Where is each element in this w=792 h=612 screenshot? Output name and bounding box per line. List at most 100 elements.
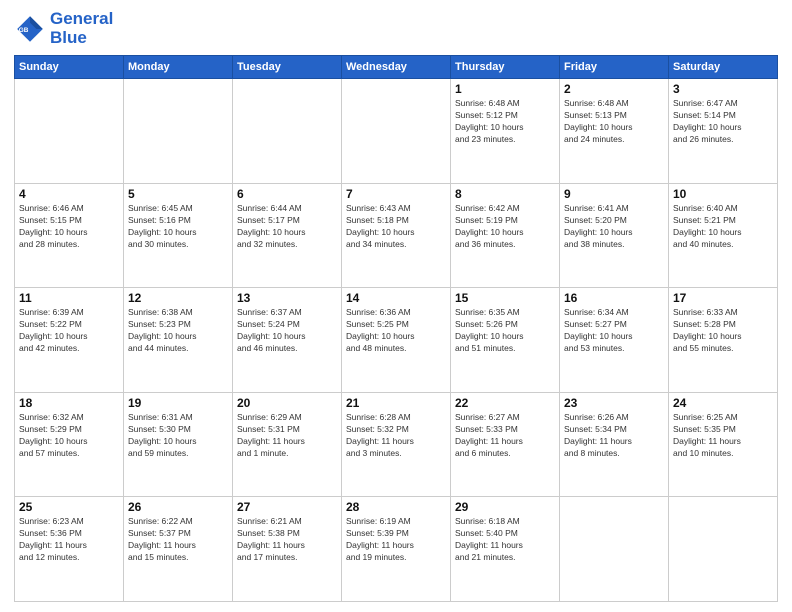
day-of-week-header: Thursday <box>451 56 560 79</box>
calendar-cell: 23 Sunrise: 6:26 AM Sunset: 5:34 PM Dayli… <box>560 392 669 497</box>
day-number: 11 <box>19 291 119 305</box>
day-info: Sunrise: 6:35 AM Sunset: 5:26 PM Dayligh… <box>455 307 555 355</box>
day-number: 23 <box>564 396 664 410</box>
day-number: 20 <box>237 396 337 410</box>
calendar-cell: 5 Sunrise: 6:45 AM Sunset: 5:16 PM Daylig… <box>124 183 233 288</box>
day-info: Sunrise: 6:48 AM Sunset: 5:12 PM Dayligh… <box>455 98 555 146</box>
day-info: Sunrise: 6:45 AM Sunset: 5:16 PM Dayligh… <box>128 203 228 251</box>
calendar-cell: 14 Sunrise: 6:36 AM Sunset: 5:25 PM Dayli… <box>342 288 451 393</box>
day-info: Sunrise: 6:28 AM Sunset: 5:32 PM Dayligh… <box>346 412 446 460</box>
logo-icon: GB <box>14 13 46 45</box>
day-info: Sunrise: 6:38 AM Sunset: 5:23 PM Dayligh… <box>128 307 228 355</box>
calendar-cell: 7 Sunrise: 6:43 AM Sunset: 5:18 PM Daylig… <box>342 183 451 288</box>
day-number: 26 <box>128 500 228 514</box>
day-number: 8 <box>455 187 555 201</box>
calendar-cell <box>669 497 778 602</box>
calendar-cell: 8 Sunrise: 6:42 AM Sunset: 5:19 PM Daylig… <box>451 183 560 288</box>
calendar-cell: 18 Sunrise: 6:32 AM Sunset: 5:29 PM Dayli… <box>15 392 124 497</box>
calendar-cell: 19 Sunrise: 6:31 AM Sunset: 5:30 PM Dayli… <box>124 392 233 497</box>
day-info: Sunrise: 6:37 AM Sunset: 5:24 PM Dayligh… <box>237 307 337 355</box>
day-info: Sunrise: 6:44 AM Sunset: 5:17 PM Dayligh… <box>237 203 337 251</box>
calendar-cell: 25 Sunrise: 6:23 AM Sunset: 5:36 PM Dayli… <box>15 497 124 602</box>
calendar-cell: 3Sunrise: 6:47 AM Sunset: 5:14 PM Daylig… <box>669 79 778 184</box>
day-number: 1 <box>455 82 555 96</box>
calendar-cell: 27 Sunrise: 6:21 AM Sunset: 5:38 PM Dayli… <box>233 497 342 602</box>
day-info: Sunrise: 6:18 AM Sunset: 5:40 PM Dayligh… <box>455 516 555 564</box>
calendar-cell <box>15 79 124 184</box>
calendar: SundayMondayTuesdayWednesdayThursdayFrid… <box>14 55 778 602</box>
calendar-cell: 24Sunrise: 6:25 AM Sunset: 5:35 PM Dayli… <box>669 392 778 497</box>
day-info: Sunrise: 6:36 AM Sunset: 5:25 PM Dayligh… <box>346 307 446 355</box>
day-number: 16 <box>564 291 664 305</box>
day-of-week-header: Wednesday <box>342 56 451 79</box>
calendar-cell: 26 Sunrise: 6:22 AM Sunset: 5:37 PM Dayli… <box>124 497 233 602</box>
day-info: Sunrise: 6:42 AM Sunset: 5:19 PM Dayligh… <box>455 203 555 251</box>
day-number: 4 <box>19 187 119 201</box>
day-of-week-header: Friday <box>560 56 669 79</box>
day-number: 10 <box>673 187 773 201</box>
day-number: 17 <box>673 291 773 305</box>
day-info: Sunrise: 6:27 AM Sunset: 5:33 PM Dayligh… <box>455 412 555 460</box>
day-info: Sunrise: 6:43 AM Sunset: 5:18 PM Dayligh… <box>346 203 446 251</box>
day-number: 5 <box>128 187 228 201</box>
calendar-cell: 2Sunrise: 6:48 AM Sunset: 5:13 PM Daylig… <box>560 79 669 184</box>
day-number: 29 <box>455 500 555 514</box>
day-number: 22 <box>455 396 555 410</box>
day-number: 13 <box>237 291 337 305</box>
day-info: Sunrise: 6:23 AM Sunset: 5:36 PM Dayligh… <box>19 516 119 564</box>
day-of-week-header: Sunday <box>15 56 124 79</box>
day-info: Sunrise: 6:33 AM Sunset: 5:28 PM Dayligh… <box>673 307 773 355</box>
day-of-week-header: Tuesday <box>233 56 342 79</box>
calendar-cell: 16 Sunrise: 6:34 AM Sunset: 5:27 PM Dayli… <box>560 288 669 393</box>
day-number: 2 <box>564 82 664 96</box>
calendar-cell: 11 Sunrise: 6:39 AM Sunset: 5:22 PM Dayli… <box>15 288 124 393</box>
day-number: 19 <box>128 396 228 410</box>
day-number: 14 <box>346 291 446 305</box>
day-number: 24 <box>673 396 773 410</box>
day-info: Sunrise: 6:47 AM Sunset: 5:14 PM Dayligh… <box>673 98 773 146</box>
day-info: Sunrise: 6:19 AM Sunset: 5:39 PM Dayligh… <box>346 516 446 564</box>
calendar-cell: 15 Sunrise: 6:35 AM Sunset: 5:26 PM Dayli… <box>451 288 560 393</box>
day-of-week-header: Monday <box>124 56 233 79</box>
day-info: Sunrise: 6:40 AM Sunset: 5:21 PM Dayligh… <box>673 203 773 251</box>
day-number: 7 <box>346 187 446 201</box>
day-number: 15 <box>455 291 555 305</box>
calendar-cell: 4 Sunrise: 6:46 AM Sunset: 5:15 PM Daylig… <box>15 183 124 288</box>
calendar-cell: 22 Sunrise: 6:27 AM Sunset: 5:33 PM Dayli… <box>451 392 560 497</box>
calendar-cell <box>124 79 233 184</box>
day-info: Sunrise: 6:26 AM Sunset: 5:34 PM Dayligh… <box>564 412 664 460</box>
calendar-cell: 9Sunrise: 6:41 AM Sunset: 5:20 PM Daylig… <box>560 183 669 288</box>
day-info: Sunrise: 6:21 AM Sunset: 5:38 PM Dayligh… <box>237 516 337 564</box>
calendar-cell <box>342 79 451 184</box>
calendar-cell: 6 Sunrise: 6:44 AM Sunset: 5:17 PM Daylig… <box>233 183 342 288</box>
logo: GB General Blue <box>14 10 113 47</box>
day-number: 9 <box>564 187 664 201</box>
day-info: Sunrise: 6:32 AM Sunset: 5:29 PM Dayligh… <box>19 412 119 460</box>
day-info: Sunrise: 6:46 AM Sunset: 5:15 PM Dayligh… <box>19 203 119 251</box>
calendar-cell: 12 Sunrise: 6:38 AM Sunset: 5:23 PM Dayli… <box>124 288 233 393</box>
day-number: 6 <box>237 187 337 201</box>
day-of-week-header: Saturday <box>669 56 778 79</box>
svg-text:GB: GB <box>19 27 29 34</box>
calendar-cell: 10 Sunrise: 6:40 AM Sunset: 5:21 PM Dayli… <box>669 183 778 288</box>
day-number: 27 <box>237 500 337 514</box>
calendar-cell: 13 Sunrise: 6:37 AM Sunset: 5:24 PM Dayli… <box>233 288 342 393</box>
calendar-cell: 17 Sunrise: 6:33 AM Sunset: 5:28 PM Dayli… <box>669 288 778 393</box>
calendar-cell: 29 Sunrise: 6:18 AM Sunset: 5:40 PM Dayli… <box>451 497 560 602</box>
calendar-cell <box>233 79 342 184</box>
logo-text: General Blue <box>50 10 113 47</box>
calendar-cell: 1 Sunrise: 6:48 AM Sunset: 5:12 PM Daylig… <box>451 79 560 184</box>
day-info: Sunrise: 6:22 AM Sunset: 5:37 PM Dayligh… <box>128 516 228 564</box>
day-info: Sunrise: 6:34 AM Sunset: 5:27 PM Dayligh… <box>564 307 664 355</box>
calendar-cell: 20 Sunrise: 6:29 AM Sunset: 5:31 PM Dayli… <box>233 392 342 497</box>
day-info: Sunrise: 6:29 AM Sunset: 5:31 PM Dayligh… <box>237 412 337 460</box>
day-number: 25 <box>19 500 119 514</box>
day-info: Sunrise: 6:31 AM Sunset: 5:30 PM Dayligh… <box>128 412 228 460</box>
calendar-cell <box>560 497 669 602</box>
day-info: Sunrise: 6:39 AM Sunset: 5:22 PM Dayligh… <box>19 307 119 355</box>
calendar-cell: 28Sunrise: 6:19 AM Sunset: 5:39 PM Dayli… <box>342 497 451 602</box>
header: GB General Blue <box>14 10 778 47</box>
day-number: 18 <box>19 396 119 410</box>
calendar-cell: 21Sunrise: 6:28 AM Sunset: 5:32 PM Dayli… <box>342 392 451 497</box>
day-number: 12 <box>128 291 228 305</box>
